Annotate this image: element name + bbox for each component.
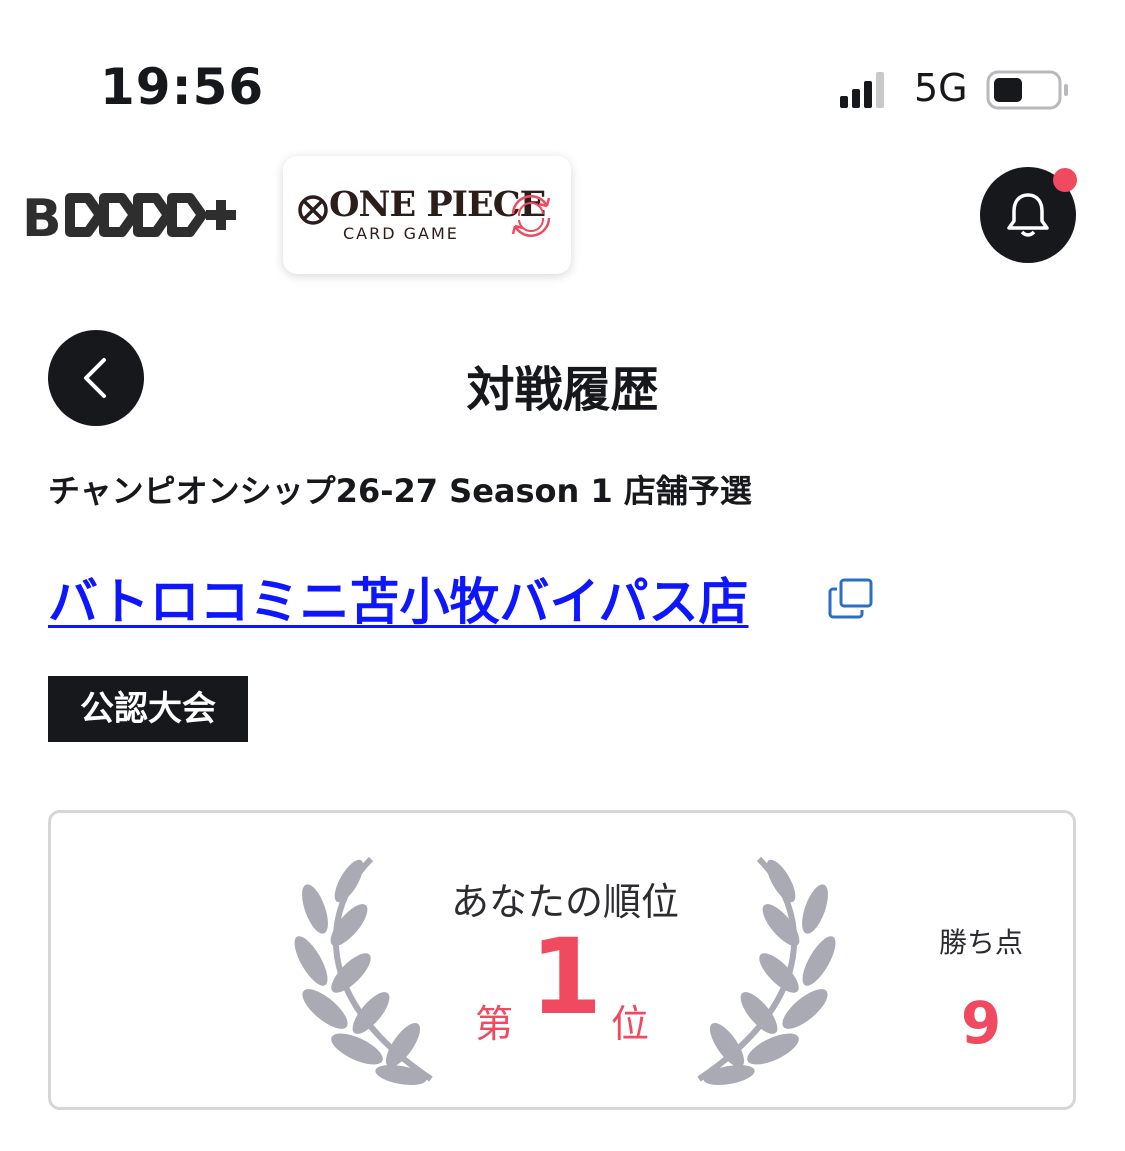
svg-text:B: B xyxy=(22,189,62,242)
game-subtitle: CARD GAME xyxy=(343,224,459,243)
page-title: 対戦履歴 xyxy=(466,362,659,418)
event-name: チャンピオンシップ26-27 Season 1 店舗予選 xyxy=(48,472,752,510)
battery-icon xyxy=(986,70,1068,110)
rank-suffix: 位 xyxy=(611,1002,650,1046)
cellular-signal-icon xyxy=(840,72,884,108)
points-label: 勝ち点 xyxy=(938,926,1023,959)
status-time: 19:56 xyxy=(100,58,265,116)
one-piece-x-mark-icon xyxy=(298,195,328,225)
external-link-icon[interactable] xyxy=(827,577,875,621)
ranking-card: あなたの順位 第 1 位 勝ち点 9 xyxy=(48,810,1076,1110)
points-value: 9 xyxy=(960,989,1002,1057)
network-type: 5G xyxy=(914,66,968,110)
rank-value: 1 xyxy=(529,916,603,1038)
bandai-tcg-plus-logo[interactable]: B xyxy=(22,188,238,242)
official-tournament-tag: 公認大会 xyxy=(48,676,248,742)
bell-icon xyxy=(1007,193,1049,237)
rank-prefix: 第 xyxy=(475,1002,514,1046)
switch-game-icon xyxy=(511,195,551,237)
store-name-link[interactable]: バトロコミニ苫小牧バイパス店 xyxy=(48,562,749,634)
unread-notification-badge xyxy=(1053,168,1077,192)
game-selector[interactable]: ONE PIECE CARD GAME xyxy=(283,156,571,274)
